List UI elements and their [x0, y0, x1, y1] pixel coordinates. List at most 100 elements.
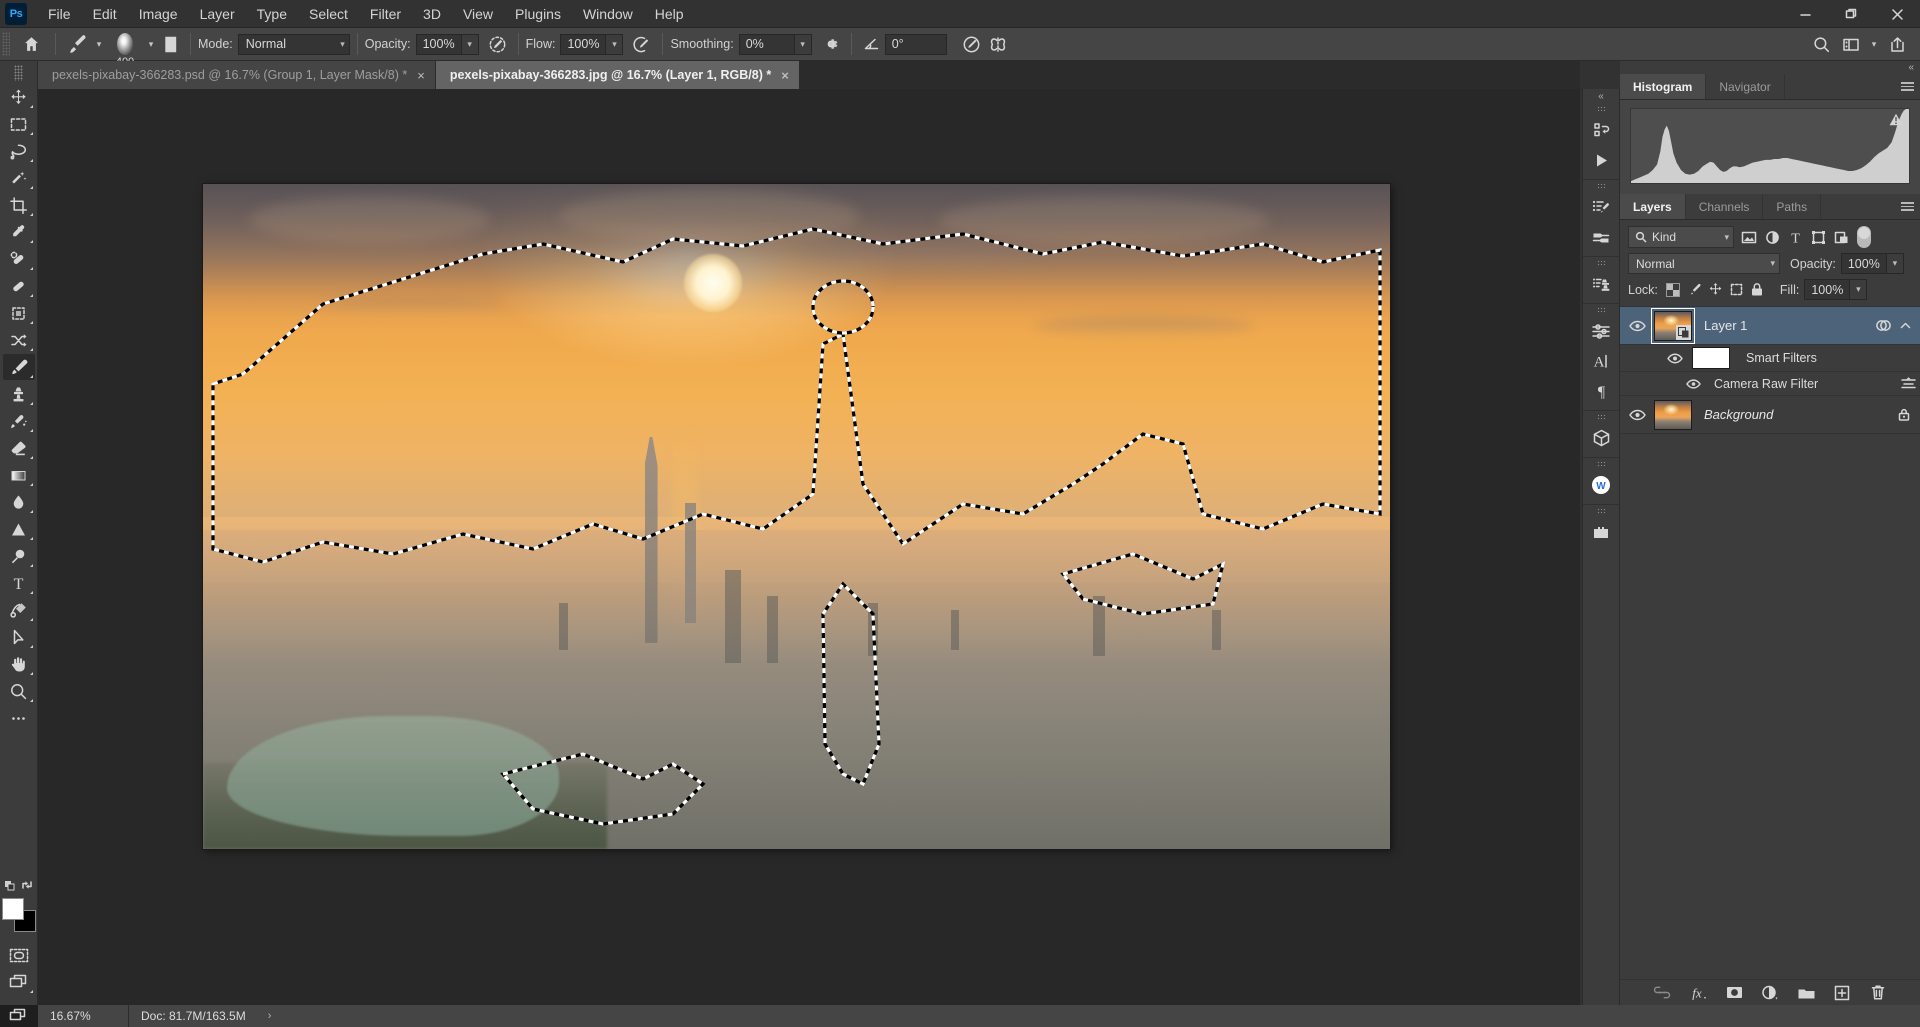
ellipsis-icon[interactable] [3, 705, 35, 731]
move-tool[interactable] [3, 84, 35, 110]
screen-mode-icon[interactable] [3, 969, 35, 995]
layer-name[interactable]: Layer 1 [1692, 318, 1747, 333]
lasso-tool[interactable] [3, 138, 35, 164]
maximize-button[interactable] [1828, 0, 1874, 28]
spot-healing-brush-tool[interactable] [3, 246, 35, 272]
status-expand-arrow[interactable]: › [268, 1010, 272, 1022]
half-circle-icon[interactable] [1759, 982, 1781, 1004]
tab-layers[interactable]: Layers [1620, 194, 1686, 219]
smoothing-input[interactable]: 0% [739, 34, 795, 55]
brush-preset-caret[interactable]: ▾ [93, 31, 105, 57]
layer-kind-select[interactable]: Kind ▾ [1628, 226, 1734, 248]
folder-icon[interactable] [1795, 982, 1817, 1004]
layer-visibility-toggle[interactable] [1620, 320, 1654, 332]
filter-enable-toggle[interactable] [1857, 226, 1871, 248]
close-icon[interactable]: × [781, 68, 789, 83]
brush-tool[interactable] [3, 354, 35, 380]
type-layer-filter-icon[interactable]: T [1784, 226, 1806, 248]
home-icon[interactable] [14, 31, 48, 57]
patch-tool[interactable] [3, 273, 35, 299]
smart-filter-badge-icon[interactable] [1875, 318, 1892, 333]
history-icon[interactable] [1585, 115, 1617, 145]
opacity-caret[interactable]: ▾ [462, 34, 479, 55]
camera-raw-filter-visibility-toggle[interactable] [1682, 379, 1704, 389]
pressure-size-icon[interactable] [959, 31, 985, 57]
fill-caret[interactable]: ▾ [1850, 279, 1867, 300]
menu-window[interactable]: Window [572, 0, 644, 28]
shuffle-tool[interactable] [3, 327, 35, 353]
layer-blend-mode-select[interactable]: Normal ▾ [1628, 253, 1780, 274]
link-icon[interactable] [1651, 982, 1673, 1004]
histogram-graph[interactable] [1630, 108, 1910, 184]
pixel-layer-filter-icon[interactable] [1738, 226, 1760, 248]
options-bar-grip[interactable] [2, 32, 10, 56]
lock-transparent-pixels-icon[interactable] [1663, 280, 1684, 300]
brush-tip-caret[interactable]: ▾ [145, 31, 157, 57]
plus-square-icon[interactable] [1831, 982, 1853, 1004]
layer-list[interactable]: Layer 1 [1620, 306, 1920, 979]
menu-edit[interactable]: Edit [82, 0, 128, 28]
smart-object-filter-icon[interactable] [1830, 226, 1852, 248]
brush-preset-icon[interactable] [63, 31, 93, 57]
zoom-tool[interactable] [3, 678, 35, 704]
screen-mode-icon[interactable] [0, 1005, 38, 1027]
flow-input[interactable]: 100% [560, 34, 606, 55]
tab-paths[interactable]: Paths [1763, 194, 1821, 219]
burn-tool[interactable] [3, 543, 35, 569]
filter-options-icon[interactable] [1900, 376, 1920, 391]
smoothing-caret[interactable]: ▾ [795, 34, 812, 55]
lock-image-pixels-icon[interactable] [1684, 280, 1705, 300]
menu-view[interactable]: View [452, 0, 504, 28]
eraser-tool[interactable] [3, 435, 35, 461]
character-icon[interactable]: A [1585, 346, 1617, 376]
brush-panel-icon[interactable] [157, 31, 183, 57]
shape-layer-filter-icon[interactable] [1807, 226, 1829, 248]
brush-presets-icon[interactable] [1585, 222, 1617, 252]
lock-all-icon[interactable] [1747, 280, 1768, 300]
uncached-data-warning-icon[interactable] [1889, 113, 1903, 126]
close-icon[interactable]: × [417, 68, 425, 83]
clone-stamp-tool[interactable] [3, 381, 35, 407]
wacom-icon[interactable]: W [1585, 470, 1617, 500]
brush-tip-preview[interactable]: 400 [105, 30, 145, 58]
smart-filters-visibility-toggle[interactable] [1664, 353, 1686, 364]
zoom-level[interactable]: 16.67% [38, 1005, 128, 1027]
canvas-area[interactable] [38, 89, 1580, 1005]
rail-collapse-button[interactable]: « [1583, 89, 1619, 103]
rectangular-marquee-tool[interactable] [3, 111, 35, 137]
libraries-icon[interactable] [1585, 517, 1617, 547]
symmetry-butterfly-icon[interactable] [985, 31, 1011, 57]
flow-caret[interactable]: ▾ [606, 34, 623, 55]
quick-mask-icon[interactable] [3, 942, 35, 968]
menu-filter[interactable]: Filter [359, 0, 412, 28]
eyedropper-tool[interactable] [3, 219, 35, 245]
adjustment-layer-filter-icon[interactable] [1761, 226, 1783, 248]
object-selection-tool[interactable] [3, 165, 35, 191]
pressure-opacity-icon[interactable] [485, 31, 511, 57]
document-tab-psd[interactable]: pexels-pixabay-366283.psd @ 16.7% (Group… [38, 61, 436, 89]
fill-input[interactable]: 100% [1804, 279, 1850, 300]
gradient-tool[interactable] [3, 462, 35, 488]
paragraph-icon[interactable]: ¶ [1585, 376, 1617, 406]
document-info[interactable]: Doc: 81.7M/163.5M › [128, 1005, 1920, 1027]
angle-input[interactable]: 0° [885, 34, 947, 55]
document-canvas[interactable] [203, 184, 1390, 849]
layer-opacity-caret[interactable]: ▾ [1887, 253, 1904, 274]
layer-thumbnail[interactable] [1654, 311, 1692, 341]
close-button[interactable] [1874, 0, 1920, 28]
document-tab-jpg[interactable]: pexels-pixabay-366283.jpg @ 16.7% (Layer… [436, 61, 800, 89]
menu-help[interactable]: Help [644, 0, 695, 28]
blend-mode-select[interactable]: Normal ▾ [238, 34, 350, 55]
clone-source-icon[interactable] [1585, 269, 1617, 299]
history-brush-tool[interactable] [3, 408, 35, 434]
menu-3d[interactable]: 3D [412, 0, 452, 28]
panel-menu-icon[interactable] [1894, 194, 1920, 219]
layer-thumbnail[interactable] [1654, 400, 1692, 430]
toolbar-grip[interactable] [14, 65, 23, 81]
opacity-input[interactable]: 100% [416, 34, 462, 55]
smart-filters-mask-thumbnail[interactable] [1692, 347, 1730, 369]
tab-channels[interactable]: Channels [1686, 194, 1764, 219]
lock-icon[interactable] [1897, 407, 1911, 422]
fx-icon[interactable]: fx [1687, 982, 1709, 1004]
layer-row-layer-1[interactable]: Layer 1 [1620, 307, 1920, 345]
